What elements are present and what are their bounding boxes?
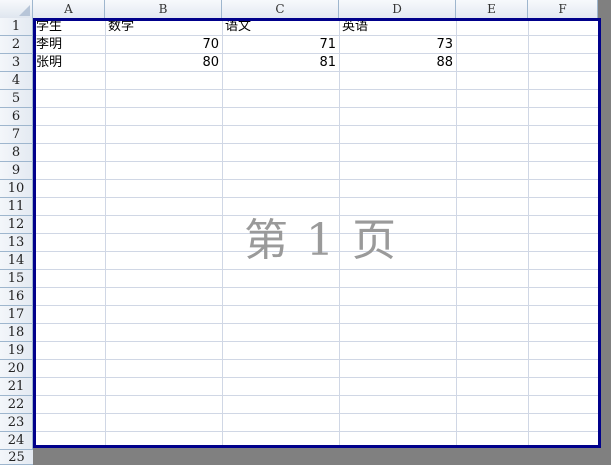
gridline	[33, 89, 601, 90]
gridline	[33, 377, 601, 378]
column-header-e[interactable]: E	[456, 0, 528, 18]
column-header-a[interactable]: A	[33, 0, 105, 18]
row-header-8[interactable]: 8	[0, 144, 33, 162]
row-header-13[interactable]: 13	[0, 234, 33, 252]
select-all-button[interactable]	[0, 0, 33, 18]
row-header-16[interactable]: 16	[0, 288, 33, 306]
cell-b3[interactable]: 80	[107, 54, 219, 72]
row-header-2[interactable]: 2	[0, 36, 33, 54]
gridline	[33, 179, 601, 180]
row-header-11[interactable]: 11	[0, 198, 33, 216]
cell-d3[interactable]: 88	[341, 54, 453, 72]
row-header-10[interactable]: 10	[0, 180, 33, 198]
cell-c3[interactable]: 81	[224, 54, 336, 72]
cell-b2[interactable]: 70	[107, 36, 219, 54]
gridline	[33, 359, 601, 360]
gridline	[33, 431, 601, 432]
gridline	[33, 323, 601, 324]
column-header-row: A B C D E F	[0, 0, 598, 19]
column-header-b[interactable]: B	[105, 0, 222, 18]
spreadsheet: A B C D E F 1 2 3 4 5 6 7 8 9 10 11 12 1…	[0, 0, 611, 465]
background-strip	[598, 0, 611, 18]
gridline	[33, 395, 601, 396]
row-header-24[interactable]: 24	[0, 432, 33, 450]
gridline	[33, 413, 601, 414]
column-header-f[interactable]: F	[528, 0, 598, 18]
row-header-18[interactable]: 18	[0, 324, 33, 342]
cell-a2[interactable]: 李明	[36, 36, 104, 54]
row-header-12[interactable]: 12	[0, 216, 33, 234]
row-header-22[interactable]: 22	[0, 396, 33, 414]
cell-d1[interactable]: 英语	[342, 18, 454, 36]
row-header-6[interactable]: 6	[0, 108, 33, 126]
gridline	[33, 305, 601, 306]
row-header-17[interactable]: 17	[0, 306, 33, 324]
row-header-3[interactable]: 3	[0, 54, 33, 72]
gridline	[33, 197, 601, 198]
row-header-14[interactable]: 14	[0, 252, 33, 270]
gridline	[33, 107, 601, 108]
row-header-19[interactable]: 19	[0, 342, 33, 360]
row-header-15[interactable]: 15	[0, 270, 33, 288]
row-header-20[interactable]: 20	[0, 360, 33, 378]
row-header-4[interactable]: 4	[0, 72, 33, 90]
row-header-23[interactable]: 23	[0, 414, 33, 432]
cell-c1[interactable]: 语文	[225, 18, 337, 36]
cell-b1[interactable]: 数学	[108, 18, 220, 36]
gridline	[33, 125, 601, 126]
select-all-triangle-icon	[19, 5, 30, 16]
column-header-d[interactable]: D	[339, 0, 456, 18]
gridline	[33, 143, 601, 144]
gridline	[33, 161, 601, 162]
gridline	[33, 287, 601, 288]
row-header-1[interactable]: 1	[0, 18, 33, 36]
page-number-watermark: 第 1 页	[244, 215, 398, 266]
column-header-c[interactable]: C	[222, 0, 339, 18]
cell-c2[interactable]: 71	[224, 36, 336, 54]
row-header-9[interactable]: 9	[0, 162, 33, 180]
cell-d2[interactable]: 73	[341, 36, 453, 54]
cell-a1[interactable]: 学生	[36, 18, 104, 36]
row-header-7[interactable]: 7	[0, 126, 33, 144]
row-header-25[interactable]: 25	[0, 450, 33, 465]
row-header-5[interactable]: 5	[0, 90, 33, 108]
gridline	[33, 269, 601, 270]
gridline	[33, 341, 601, 342]
row-header-21[interactable]: 21	[0, 378, 33, 396]
cell-a3[interactable]: 张明	[36, 54, 104, 72]
